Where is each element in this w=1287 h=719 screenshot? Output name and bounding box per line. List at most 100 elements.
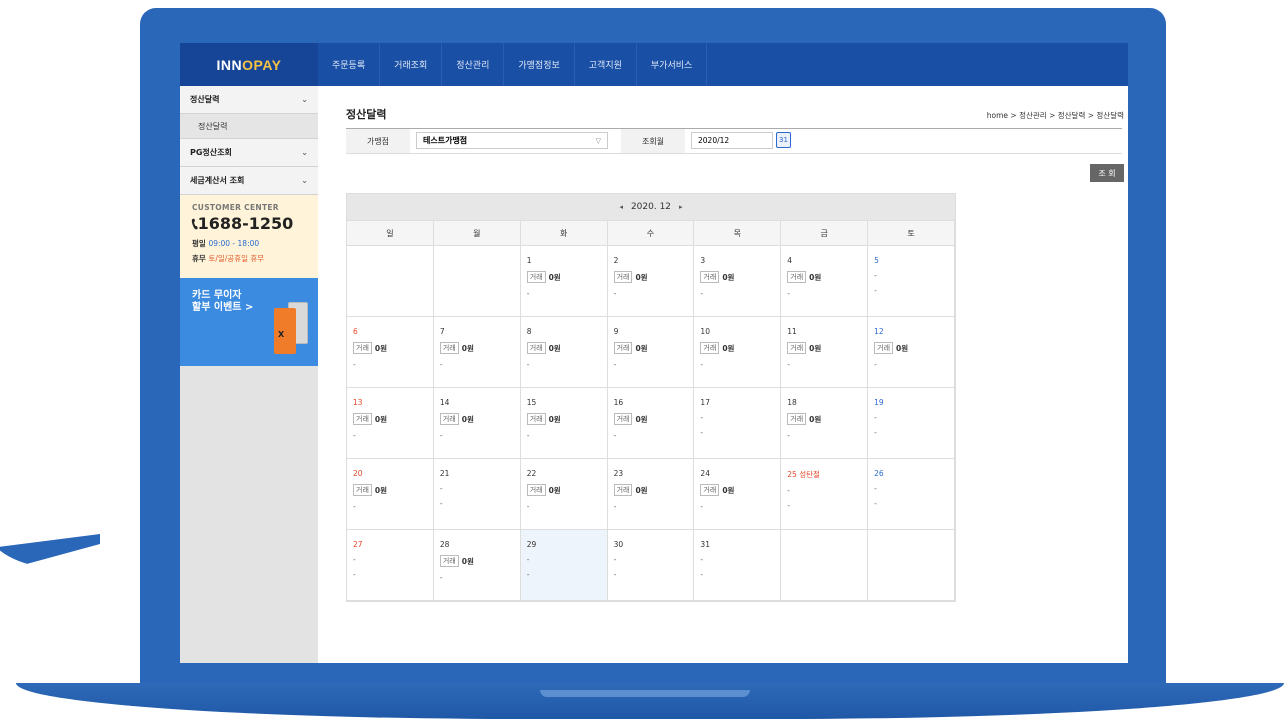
calendar-day[interactable]: 7 거래 0원 -: [434, 317, 521, 387]
nav-menu-item[interactable]: 정산관리: [442, 43, 505, 86]
sidebar-subitem-settlement-calendar[interactable]: 정산달력: [180, 114, 318, 139]
calendar-day[interactable]: 21 - -: [434, 459, 521, 529]
transaction-summary: 거래 0원: [874, 342, 948, 354]
calendar-day[interactable]: 31 - -: [694, 530, 782, 600]
empty-value: -: [353, 555, 356, 564]
calendar-week: 20 거래 0원 -21- -22 거래 0원 -23 거래 0원 -24 거래 0원 -25 성탄절 - -…: [347, 459, 955, 530]
calendar-day[interactable]: 3 거래 0원 -: [694, 246, 782, 316]
calendar-day[interactable]: 28 거래 0원 -: [434, 530, 521, 600]
transaction-amount: 0원: [635, 414, 648, 424]
transaction-tag: 거래: [526, 342, 546, 354]
calendar-day[interactable]: 30 - -: [608, 530, 695, 600]
empty-value: -: [613, 431, 617, 440]
weekday-label: 수: [608, 221, 695, 245]
day-number: 7: [439, 327, 445, 336]
transaction-summary: 거래 0원: [353, 413, 427, 425]
sidebar-item-tax-invoice[interactable]: 세금계산서 조회 ⌄: [180, 167, 318, 195]
calendar-day[interactable]: 2 거래 0원 -: [608, 246, 695, 316]
logo[interactable]: INNOPAY: [180, 43, 318, 86]
calendar-icon[interactable]: 31: [776, 132, 791, 148]
calendar-day[interactable]: 9 거래 0원 -: [608, 317, 695, 387]
screen: INNOPAY 주문등록 거래조회 정산관리 가맹점정보 고객지원 부가서비스 정산달력 …: [180, 43, 1128, 663]
nav-menu-item[interactable]: 거래조회: [380, 43, 443, 86]
transaction-tag: 거래: [787, 271, 807, 283]
day-number: 18: [787, 398, 797, 407]
logo-text: INN: [216, 56, 243, 73]
empty-value: -: [353, 502, 356, 511]
calendar-day[interactable]: 1 거래 0원 -: [521, 246, 608, 316]
nav-menu-item[interactable]: 주문등록: [318, 43, 381, 86]
calendar-day[interactable]: 24 거래 0원 -: [694, 459, 782, 529]
transaction-summary: 거래 0원: [353, 484, 427, 496]
event-banner[interactable]: 카드 무이자 할부 이벤트 > X: [180, 278, 318, 366]
search-button[interactable]: 조 회: [1090, 164, 1124, 182]
empty-value: -: [526, 570, 530, 579]
transaction-amount: 0원: [548, 272, 561, 282]
transaction-summary: 거래 0원: [526, 484, 601, 496]
day-number: 29: [526, 540, 537, 549]
breadcrumb: home > 정산관리 > 정산달력 > 정산달력: [986, 111, 1124, 120]
calendar-day[interactable]: 26 - -: [868, 459, 955, 529]
decorative-swoosh: [0, 534, 100, 574]
calendar-day[interactable]: 22 거래 0원 -: [521, 459, 608, 529]
weekday-label: 일: [347, 221, 434, 245]
transaction-summary: 거래 0원: [353, 342, 427, 354]
calendar-day[interactable]: 12 거래 0원 -: [868, 317, 955, 387]
calendar-day[interactable]: 11 거래 0원 -: [781, 317, 869, 387]
merchant-select[interactable]: 테스트가맹점 ▽: [416, 132, 608, 149]
calendar-day[interactable]: 20 거래 0원 -: [347, 459, 434, 529]
weekday-hours: 평일 09:00 - 18:00: [192, 239, 260, 248]
transaction-summary: 거래 0원: [613, 413, 688, 425]
nav-menu-item[interactable]: 부가서비스: [637, 43, 708, 86]
transaction-summary: 거래 0원: [700, 484, 774, 496]
empty-value: -: [787, 501, 790, 510]
transaction-tag: 거래: [613, 484, 633, 496]
page-title: 정산달력: [346, 108, 387, 121]
empty-value: -: [526, 502, 530, 511]
calendar-day[interactable]: 10 거래 0원 -: [694, 317, 782, 387]
calendar-day[interactable]: 19 - -: [868, 388, 955, 458]
calendar-day[interactable]: 15 거래 0원 -: [521, 388, 608, 458]
empty-value: -: [526, 360, 530, 369]
empty-value: -: [787, 289, 790, 298]
transaction-amount: 0원: [809, 343, 822, 353]
transaction-amount: 0원: [374, 414, 388, 424]
transaction-summary: 거래 0원: [613, 484, 688, 496]
calendar-day[interactable]: 27 - -: [347, 530, 434, 600]
calendar-day[interactable]: 25 성탄절 - -: [781, 459, 869, 529]
month-input[interactable]: 2020/12: [691, 132, 773, 149]
transaction-summary: 거래 0원: [787, 271, 861, 283]
empty-value: -: [526, 289, 530, 298]
customer-center: CUSTOMER CENTER 📞︎1688-1250 평일 09:00 - 1…: [180, 195, 318, 278]
chevron-down-icon: ▽: [595, 136, 601, 145]
next-month-button[interactable]: ▸: [679, 203, 683, 211]
calendar-day[interactable]: 8 거래 0원 -: [521, 317, 608, 387]
sidebar-item-settlement-calendar[interactable]: 정산달력 ⌄: [180, 86, 318, 114]
day-number: 2: [613, 256, 619, 265]
calendar-day[interactable]: 17 - -: [694, 388, 782, 458]
empty-value: -: [353, 431, 356, 440]
calendar-day[interactable]: 29 - -: [520, 530, 608, 600]
calendar-day[interactable]: 23 거래 0원 -: [608, 459, 695, 529]
empty-value: -: [874, 360, 877, 369]
calendar-day[interactable]: 18 거래 0원 -: [781, 388, 869, 458]
empty-value: -: [874, 413, 877, 422]
nav-menu-item[interactable]: 고객지원: [575, 43, 637, 86]
empty-value: -: [439, 499, 443, 508]
empty-value: -: [700, 502, 704, 511]
calendar-day[interactable]: 14 거래 0원 -: [434, 388, 521, 458]
calendar-day[interactable]: 5 - -: [868, 246, 955, 316]
filter-bar: 가맹점 테스트가맹점 ▽ 조회월 2020/12 31: [346, 128, 1122, 154]
calendar-day[interactable]: 6 거래 0원 -: [347, 317, 434, 387]
transaction-summary: 거래 0원: [439, 342, 514, 354]
day-number: 5: [874, 256, 879, 265]
day-number: 15: [526, 398, 537, 407]
calendar-day[interactable]: 13 거래 0원 -: [347, 388, 434, 458]
transaction-amount: 0원: [461, 556, 474, 566]
calendar-day[interactable]: 4 거래 0원 -: [781, 246, 869, 316]
nav-menu-item[interactable]: 가맹점정보: [504, 43, 575, 86]
prev-month-button[interactable]: ◂: [619, 203, 623, 211]
sidebar-item-pg-settlement[interactable]: PG정산조회 ⌄: [180, 139, 318, 167]
empty-value: -: [613, 502, 617, 511]
calendar-day[interactable]: 16 거래 0원 -: [608, 388, 695, 458]
